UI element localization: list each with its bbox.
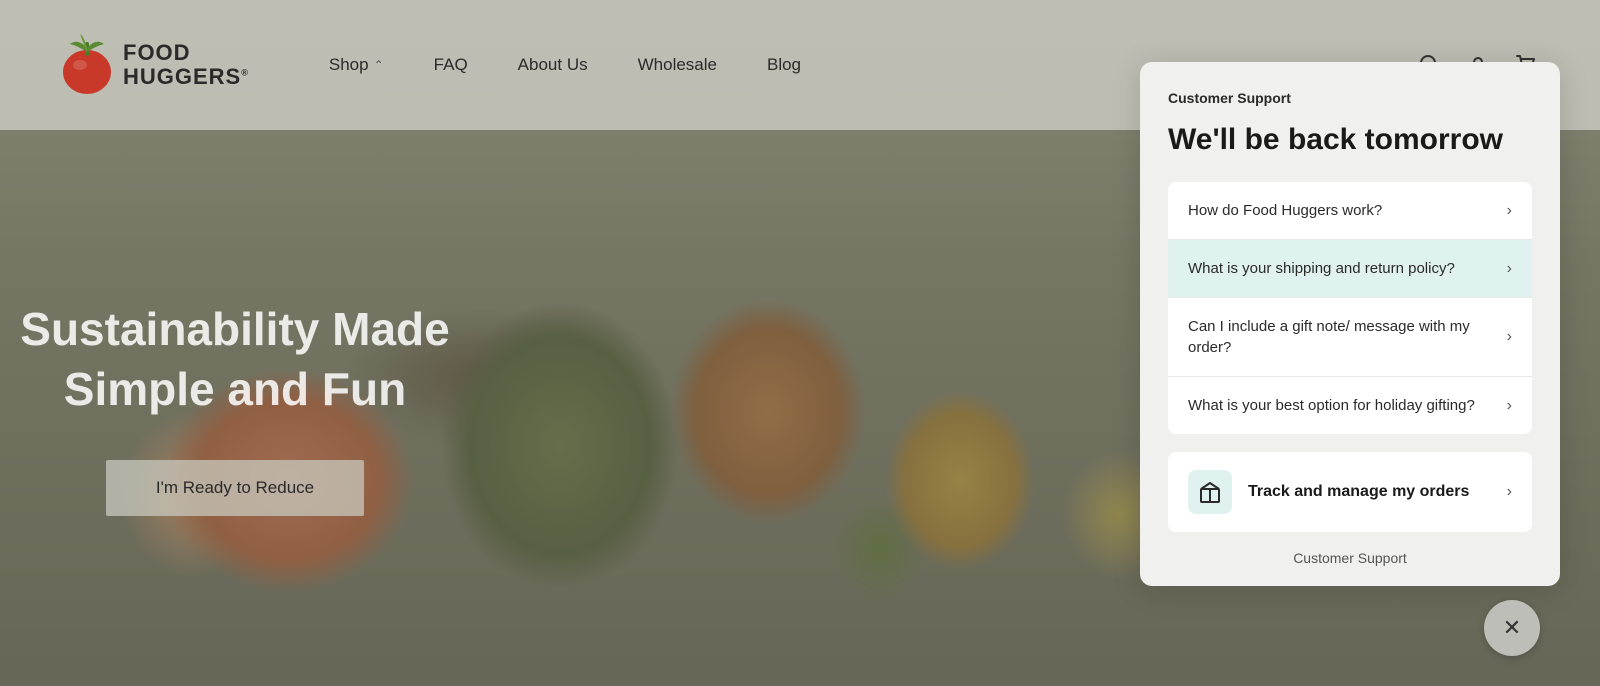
shop-chevron-icon: ⌃ (374, 58, 384, 72)
faq-item-3[interactable]: Can I include a gift note/ message with … (1168, 298, 1532, 377)
faq-item-2-text: What is your shipping and return policy? (1188, 258, 1495, 279)
bottom-peek: Customer Support (1168, 546, 1532, 566)
logo[interactable]: FOOD HUGGERS® (60, 30, 249, 100)
logo-food: FOOD (123, 41, 249, 65)
nav-shop[interactable]: Shop ⌃ (329, 55, 384, 75)
logo-huggers: HUGGERS® (123, 65, 249, 89)
support-header: Customer Support (1168, 90, 1532, 106)
nav-about[interactable]: About Us (518, 55, 588, 75)
track-orders-chevron-icon: › (1507, 483, 1512, 501)
faq-list: How do Food Huggers work? › What is your… (1168, 182, 1532, 434)
faq-item-2-chevron-icon: › (1507, 260, 1512, 278)
nav-wholesale[interactable]: Wholesale (638, 55, 717, 75)
hero-content: Sustainability Made Simple and Fun I'm R… (0, 130, 470, 686)
hero-title: Sustainability Made Simple and Fun (0, 300, 470, 420)
logo-icon (60, 30, 115, 100)
support-headline: We'll be back tomorrow (1168, 122, 1532, 158)
track-orders-label: Track and manage my orders (1248, 483, 1491, 501)
track-icon-wrap (1188, 470, 1232, 514)
close-button[interactable]: ✕ (1484, 600, 1540, 656)
nav-faq[interactable]: FAQ (434, 55, 468, 75)
nav-blog[interactable]: Blog (767, 55, 801, 75)
main-nav: Shop ⌃ FAQ About Us Wholesale Blog (329, 55, 801, 75)
package-icon (1198, 480, 1222, 504)
faq-item-4-chevron-icon: › (1507, 397, 1512, 415)
logo-text: FOOD HUGGERS® (123, 41, 249, 89)
track-orders-card[interactable]: Track and manage my orders › (1168, 452, 1532, 532)
faq-item-4[interactable]: What is your best option for holiday gif… (1168, 377, 1532, 434)
faq-item-4-text: What is your best option for holiday gif… (1188, 395, 1495, 416)
customer-support-panel: Customer Support We'll be back tomorrow … (1140, 62, 1560, 586)
faq-item-3-chevron-icon: › (1507, 328, 1512, 346)
faq-item-1-chevron-icon: › (1507, 202, 1512, 220)
faq-item-2[interactable]: What is your shipping and return policy?… (1168, 240, 1532, 298)
faq-item-3-text: Can I include a gift note/ message with … (1188, 316, 1495, 358)
hero-cta-button[interactable]: I'm Ready to Reduce (106, 460, 364, 516)
close-icon: ✕ (1503, 615, 1521, 641)
faq-item-1-text: How do Food Huggers work? (1188, 200, 1495, 221)
faq-item-1[interactable]: How do Food Huggers work? › (1168, 182, 1532, 240)
